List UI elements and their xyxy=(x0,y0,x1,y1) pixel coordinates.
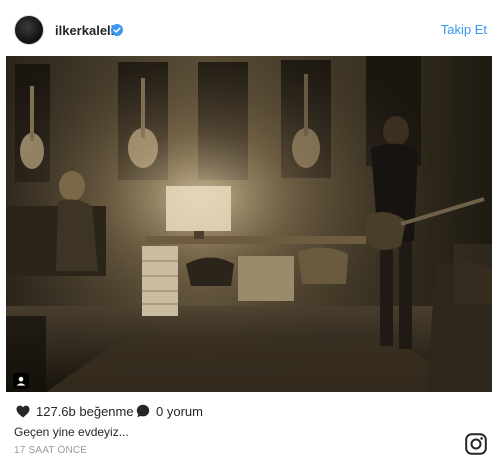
studio-photo-illustration xyxy=(6,56,492,392)
username-link[interactable]: ilkerkaleli xyxy=(55,23,114,38)
user-tag-icon[interactable] xyxy=(13,373,29,389)
heart-icon[interactable] xyxy=(16,405,30,418)
likes-count[interactable]: 127.6b beğenme xyxy=(36,404,134,419)
verified-badge-icon xyxy=(111,24,123,36)
instagram-embed-card: ilkerkaleli Takip Et 127.6b beğenme 0 yo… xyxy=(0,0,498,462)
post-header: ilkerkaleli Takip Et xyxy=(0,0,498,56)
post-timestamp[interactable]: 17 SAAT ÖNCE xyxy=(14,445,87,456)
avatar[interactable] xyxy=(14,15,44,45)
follow-button[interactable]: Takip Et xyxy=(441,22,487,37)
post-photo[interactable] xyxy=(6,56,492,392)
comment-bubble-icon[interactable] xyxy=(136,404,150,418)
post-caption: Geçen yine evdeyiz... xyxy=(14,425,129,439)
comments-count[interactable]: 0 yorum xyxy=(156,404,203,419)
instagram-logo-icon[interactable] xyxy=(465,433,487,455)
